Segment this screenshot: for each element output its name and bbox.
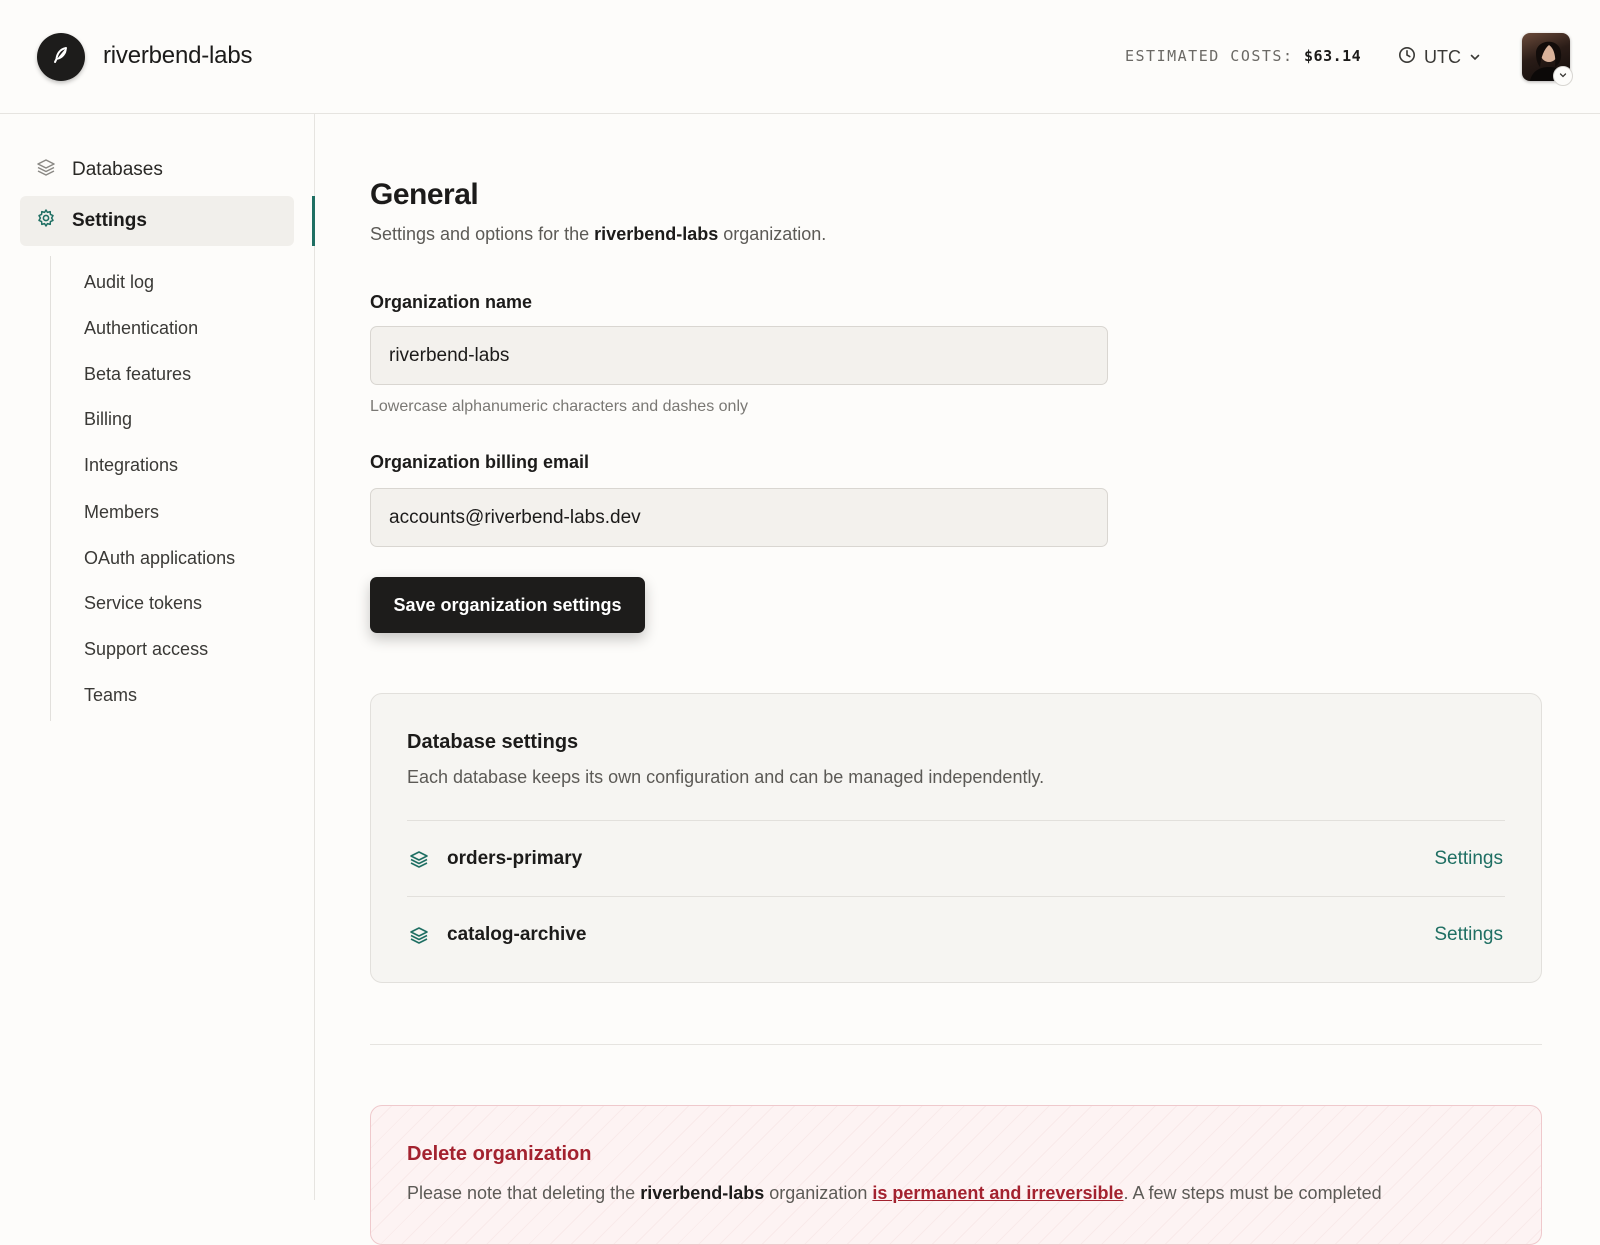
timezone-selector[interactable]: UTC xyxy=(1398,44,1481,70)
avatar-menu-toggle[interactable] xyxy=(1553,66,1573,86)
database-row: catalog-archive Settings xyxy=(407,896,1505,972)
feather-icon xyxy=(51,45,71,70)
warning-text: . A few steps must be completed xyxy=(1123,1183,1382,1203)
sidebar: Databases Settings Audit log Authenticat… xyxy=(0,114,315,1200)
subnav-beta-features[interactable]: Beta features xyxy=(84,364,191,385)
sidebar-item-settings[interactable]: Settings xyxy=(20,196,294,246)
delete-organization-warning: Please note that deleting the riverbend-… xyxy=(407,1183,1382,1204)
subnav-support-access[interactable]: Support access xyxy=(84,639,208,660)
database-settings-description: Each database keeps its own configuratio… xyxy=(407,767,1045,787)
costs-label: ESTIMATED COSTS: xyxy=(1125,47,1294,65)
delete-organization-title: Delete organization xyxy=(407,1143,592,1165)
subtitle-org-name: riverbend-labs xyxy=(594,224,719,244)
database-settings-title: Database settings xyxy=(407,731,579,753)
org-name-label: Organization name xyxy=(370,292,533,312)
warning-text: organization xyxy=(769,1183,868,1203)
chevron-down-icon xyxy=(1469,47,1481,68)
org-name[interactable]: riverbend-labs xyxy=(103,42,252,70)
subnav-guide-line xyxy=(50,256,51,721)
database-settings-link[interactable]: Settings xyxy=(1434,924,1503,946)
section-divider xyxy=(370,1044,1542,1045)
database-settings-link[interactable]: Settings xyxy=(1434,848,1503,870)
layers-icon xyxy=(36,157,56,183)
database-row: orders-primary Settings xyxy=(407,820,1505,896)
subtitle-text: Settings and options for the xyxy=(370,224,590,244)
subnav-integrations[interactable]: Integrations xyxy=(84,455,178,476)
org-name-hint: Lowercase alphanumeric characters and da… xyxy=(370,398,748,415)
page-subtitle: Settings and options for the riverbend-l… xyxy=(370,224,826,245)
sidebar-item-label: Databases xyxy=(72,159,163,180)
subnav-service-tokens[interactable]: Service tokens xyxy=(84,593,202,614)
chevron-down-icon xyxy=(1558,67,1568,85)
subnav-billing[interactable]: Billing xyxy=(84,409,132,430)
org-name-input[interactable] xyxy=(370,326,1108,385)
subnav-members[interactable]: Members xyxy=(84,502,159,523)
warning-irreversible: is permanent and irreversible xyxy=(872,1183,1124,1203)
database-settings-card: Database settings Each database keeps it… xyxy=(370,693,1542,983)
org-logo[interactable] xyxy=(37,33,85,81)
estimated-costs: ESTIMATED COSTS: $63.14 xyxy=(1125,47,1361,65)
costs-value: $63.14 xyxy=(1304,47,1362,65)
billing-email-input[interactable] xyxy=(370,488,1108,547)
layers-icon xyxy=(409,847,433,871)
database-name: orders-primary xyxy=(447,847,583,869)
database-name: catalog-archive xyxy=(447,923,587,945)
billing-email-label: Organization billing email xyxy=(370,452,590,472)
gear-icon xyxy=(36,208,56,234)
main-content: General Settings and options for the riv… xyxy=(315,114,1600,1245)
top-header: riverbend-labs ESTIMATED COSTS: $63.14 U… xyxy=(0,0,1600,114)
sidebar-item-label: Settings xyxy=(72,210,147,231)
page-title: General xyxy=(370,178,479,211)
subnav-audit-log[interactable]: Audit log xyxy=(84,272,154,293)
clock-icon xyxy=(1398,46,1416,69)
timezone-label: UTC xyxy=(1424,46,1461,67)
layers-icon xyxy=(409,923,433,947)
save-organization-settings-button[interactable]: Save organization settings xyxy=(370,577,645,633)
subtitle-text: organization. xyxy=(723,224,827,244)
sidebar-item-databases[interactable]: Databases xyxy=(20,145,294,195)
warning-org-name: riverbend-labs xyxy=(640,1183,765,1203)
delete-organization-card: Delete organization Please note that del… xyxy=(370,1105,1542,1245)
subnav-oauth-applications[interactable]: OAuth applications xyxy=(84,548,235,569)
warning-text: Please note that deleting the xyxy=(407,1183,636,1203)
subnav-authentication[interactable]: Authentication xyxy=(84,318,198,339)
subnav-teams[interactable]: Teams xyxy=(84,685,137,706)
